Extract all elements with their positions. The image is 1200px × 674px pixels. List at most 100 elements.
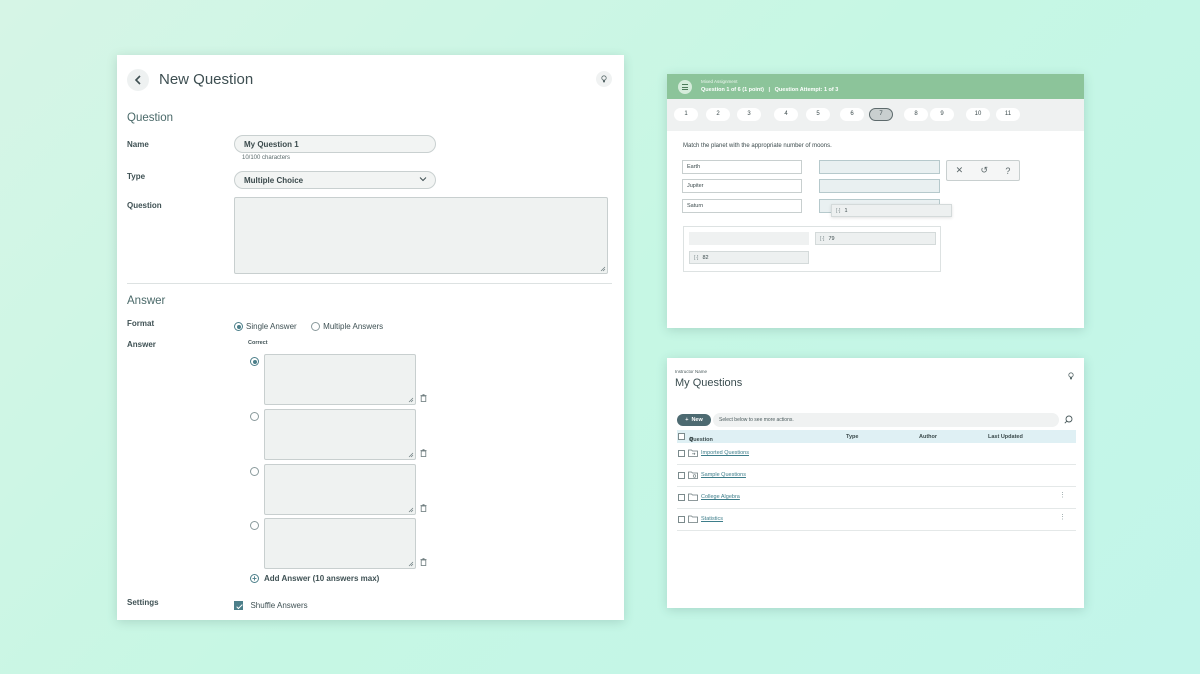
match-item-earth: Earth xyxy=(682,160,802,174)
answer-2-trash-icon[interactable] xyxy=(420,449,427,457)
answer-3-correct-radio[interactable] xyxy=(250,467,259,476)
my-questions-panel: Instructor Name My Questions + New Selec… xyxy=(667,358,1084,608)
answer-3-textarea[interactable] xyxy=(264,464,416,515)
answer-chip-82[interactable]: [·] 82 xyxy=(689,251,809,264)
row-more-icon[interactable]: ⋮ xyxy=(1059,514,1066,521)
menu-button[interactable] xyxy=(678,80,692,94)
answer-chip-82-value: 82 xyxy=(702,254,709,261)
answer-chip-79[interactable]: [·] 79 xyxy=(815,232,936,245)
format-single-radio[interactable] xyxy=(234,322,243,332)
plus-icon: + xyxy=(685,417,689,423)
row-checkbox[interactable] xyxy=(678,494,685,501)
plus-circle-icon: + xyxy=(250,574,259,583)
shuffle-checkbox[interactable] xyxy=(234,601,243,611)
format-single-label: Single Answer xyxy=(246,322,297,332)
answer-2-textarea[interactable] xyxy=(264,409,416,460)
row-more-icon[interactable]: ⋮ xyxy=(1059,492,1066,499)
answer-4-textarea[interactable] xyxy=(264,518,416,569)
type-select-value: Multiple Choice xyxy=(244,176,304,185)
format-options: Single Answer Multiple Answers xyxy=(234,318,393,336)
question-nav-1[interactable]: 1 xyxy=(674,108,698,121)
sample-folder-icon xyxy=(688,471,698,479)
row-link-imported[interactable]: Imported Questions xyxy=(701,450,749,456)
help-button[interactable] xyxy=(596,71,612,87)
question-nav-7[interactable]: 7 xyxy=(869,108,893,121)
question-textarea[interactable] xyxy=(234,197,608,274)
column-author[interactable]: Author xyxy=(919,434,937,440)
question-nav-9[interactable]: 9 xyxy=(930,108,954,121)
row-link-sample[interactable]: Sample Questions xyxy=(701,472,746,478)
page-title: New Question xyxy=(159,71,254,88)
undo-icon[interactable]: ↺ xyxy=(980,165,988,176)
question-nav-4[interactable]: 4 xyxy=(774,108,798,121)
resize-grip-icon xyxy=(408,452,414,458)
settings-label: Settings xyxy=(127,598,159,607)
name-label: Name xyxy=(127,140,149,149)
my-questions-title: My Questions xyxy=(675,377,743,389)
answer-4-trash-icon[interactable] xyxy=(420,558,427,566)
shuffle-setting: Shuffle Answers xyxy=(234,597,318,615)
dragging-answer-chip[interactable]: [·] 1 xyxy=(831,204,952,217)
column-last-updated[interactable]: Last Updated xyxy=(988,434,1023,440)
lightbulb-icon[interactable] xyxy=(1068,372,1074,380)
format-multiple-radio[interactable] xyxy=(311,322,321,332)
question-nav-11[interactable]: 11 xyxy=(996,108,1020,121)
assignment-header: Mixed Assignment Question 1 of 6 (1 poin… xyxy=(667,74,1084,99)
help-icon[interactable]: ? xyxy=(1005,166,1010,176)
answer-3-trash-icon[interactable] xyxy=(420,504,427,512)
question-nav-3[interactable]: 3 xyxy=(737,108,761,121)
answer-4-correct-radio[interactable] xyxy=(250,521,259,530)
type-select[interactable]: Multiple Choice xyxy=(234,171,436,189)
answer-1-correct-radio[interactable] xyxy=(250,357,259,366)
new-question-header: New Question xyxy=(127,69,612,93)
row-checkbox[interactable] xyxy=(678,472,685,479)
column-type[interactable]: Type xyxy=(846,434,858,440)
answer-1-trash-icon[interactable] xyxy=(420,394,427,402)
drag-handle-icon: [·] xyxy=(820,235,825,242)
question-nav-6[interactable]: 6 xyxy=(840,108,864,121)
close-icon[interactable]: ✕ xyxy=(956,165,964,176)
row-link-statistics[interactable]: Statistics xyxy=(701,516,723,522)
answer-1-textarea[interactable] xyxy=(264,354,416,405)
table-row[interactable]: Statistics ⋮ xyxy=(677,509,1076,531)
drop-target-jupiter[interactable] xyxy=(819,179,940,193)
name-char-count: 10/100 characters xyxy=(242,155,291,161)
question-section-title: Question xyxy=(127,112,174,124)
add-answer-button[interactable]: + Add Answer (10 answers max) xyxy=(250,574,379,583)
format-multiple-label: Multiple Answers xyxy=(323,322,384,332)
resize-grip-icon xyxy=(600,266,606,272)
question-nav-5[interactable]: 5 xyxy=(806,108,830,121)
table-header: Question ⇵ Type Author Last Updated xyxy=(677,430,1076,443)
instructor-name: Instructor Name xyxy=(675,369,708,374)
assignment-panel: Mixed Assignment Question 1 of 6 (1 poin… xyxy=(667,74,1084,328)
drag-handle-icon: [·] xyxy=(836,207,841,214)
search-icon[interactable] xyxy=(1064,415,1073,424)
answer-label: Answer xyxy=(127,340,156,349)
new-button[interactable]: + New xyxy=(677,414,711,426)
match-item-jupiter: Jupiter xyxy=(682,179,802,193)
question-nav-2[interactable]: 2 xyxy=(706,108,730,121)
table-row[interactable]: Imported Questions xyxy=(677,443,1076,465)
type-label: Type xyxy=(127,172,146,181)
row-link-college-algebra[interactable]: College Algebra xyxy=(701,494,740,500)
resize-grip-icon xyxy=(408,397,414,403)
question-label: Question xyxy=(127,201,162,210)
match-item-saturn: Saturn xyxy=(682,199,802,213)
imported-folder-icon xyxy=(688,449,698,457)
answer-toolbar: ✕ ↺ ? xyxy=(946,160,1020,181)
new-button-label: New xyxy=(691,417,703,423)
table-row[interactable]: Sample Questions xyxy=(677,465,1076,487)
row-checkbox[interactable] xyxy=(678,450,685,457)
name-input[interactable]: My Question 1 xyxy=(234,135,436,153)
table-row[interactable]: College Algebra ⋮ xyxy=(677,487,1076,509)
question-prompt: Match the planet with the appropriate nu… xyxy=(683,143,832,149)
assignment-subtitle: Mixed Assignment xyxy=(701,79,738,84)
row-checkbox[interactable] xyxy=(678,516,685,523)
hamburger-icon xyxy=(682,84,688,85)
answer-2-correct-radio[interactable] xyxy=(250,412,259,421)
question-nav-8[interactable]: 8 xyxy=(904,108,928,121)
drop-target-earth[interactable] xyxy=(819,160,940,174)
question-nav-10[interactable]: 10 xyxy=(966,108,990,121)
back-button[interactable] xyxy=(127,69,149,91)
select-all-checkbox[interactable] xyxy=(678,433,685,440)
